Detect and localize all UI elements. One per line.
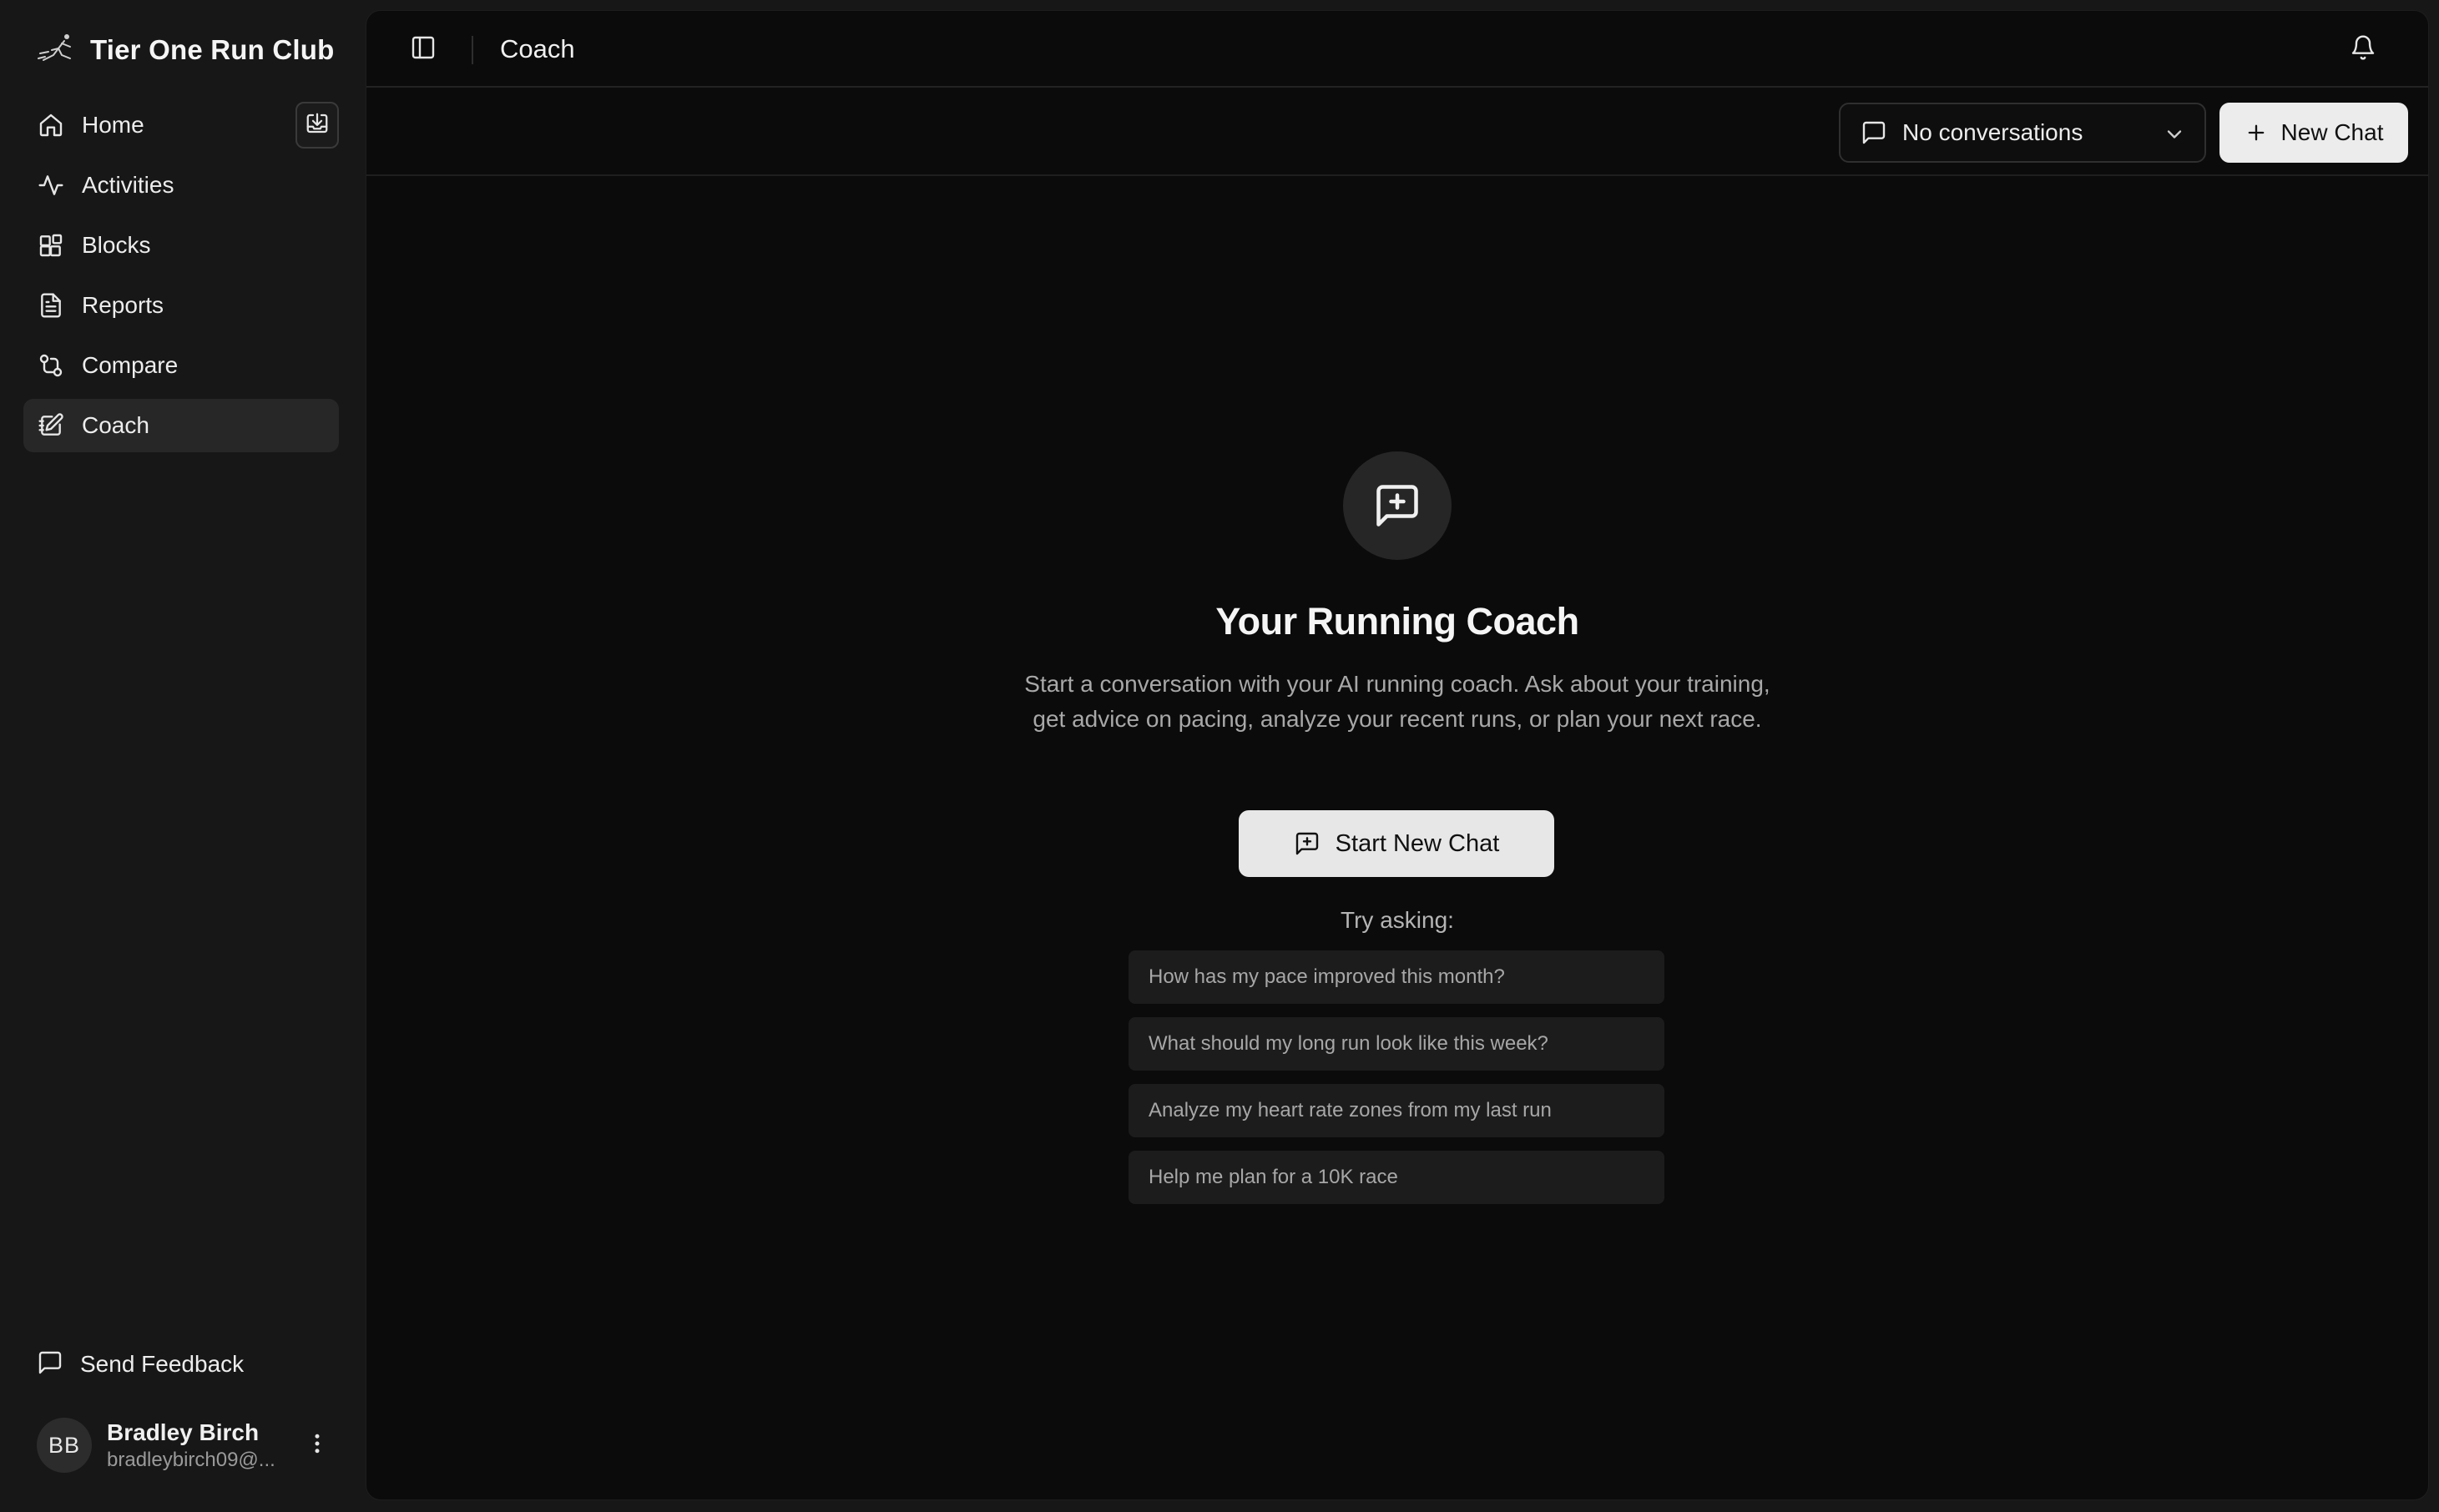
new-chat-button[interactable]: New Chat (2219, 103, 2408, 163)
message-square-icon (1862, 121, 1886, 144)
compare-icon (37, 351, 65, 380)
notifications-button[interactable] (2346, 33, 2380, 66)
suggestion-item[interactable]: Help me plan for a 10K race (1129, 1151, 1664, 1204)
sidebar-nav: Home Activities Blocks Reports Compare C… (23, 98, 339, 459)
user-name: Bradley Birch (107, 1419, 260, 1445)
start-new-chat-button[interactable]: Start New Chat (1239, 810, 1554, 877)
send-feedback-link[interactable]: Send Feedback (37, 1340, 244, 1389)
sidebar-item-home[interactable]: Home (23, 98, 339, 152)
chat-toolbar: No conversations New Chat (366, 88, 2428, 176)
blocks-icon (37, 231, 65, 260)
user-menu-button[interactable] (300, 1424, 334, 1466)
sidebar-item-reports[interactable]: Reports (23, 279, 339, 332)
sidebar-item-label: Activities (82, 172, 174, 198)
message-plus-icon (1295, 832, 1318, 855)
user-email: bradleybirch09@... (107, 1449, 275, 1471)
bell-icon (2350, 34, 2376, 65)
message-square-icon (37, 1349, 63, 1380)
sidebar-toggle-button[interactable] (406, 33, 440, 66)
try-asking-label: Try asking: (1341, 907, 1454, 933)
report-icon (37, 291, 65, 320)
suggestion-item[interactable]: Analyze my heart rate zones from my last… (1129, 1084, 1664, 1137)
conversation-select-value: No conversations (1902, 119, 2083, 145)
coach-icon (37, 411, 65, 440)
topbar: Coach (366, 11, 2428, 88)
sidebar-item-compare[interactable]: Compare (23, 339, 339, 392)
message-plus-icon (1343, 451, 1452, 560)
sidebar-item-label: Reports (82, 292, 164, 318)
plus-icon (2248, 124, 2264, 141)
empty-state-title: Your Running Coach (1215, 600, 1579, 643)
suggestion-list: How has my pace improved this month? Wha… (1129, 950, 1664, 1217)
home-icon (37, 111, 65, 139)
brand-title: Tier One Run Club (90, 34, 335, 65)
sidebar-item-blocks[interactable]: Blocks (23, 219, 339, 272)
sidebar-item-label: Home (82, 112, 144, 138)
sidebar-item-activities[interactable]: Activities (23, 159, 339, 212)
empty-state: Your Running Coach Start a conversation … (366, 176, 2428, 1499)
sidebar-item-label: Compare (82, 352, 179, 378)
chevron-down-icon (2167, 130, 2182, 139)
app-root: Tier One Run Club Home Activities Blocks… (0, 0, 2439, 1512)
new-chat-label: New Chat (2280, 119, 2384, 145)
user-profile[interactable]: BB Bradley Birch bradleybirch09@... (37, 1415, 334, 1475)
sidebar-item-label: Coach (82, 412, 149, 438)
suggestion-item[interactable]: What should my long run look like this w… (1129, 1017, 1664, 1071)
import-icon (305, 111, 330, 140)
more-vertical-icon (305, 1431, 330, 1460)
sidebar: Tier One Run Club Home Activities Blocks… (0, 0, 366, 1512)
runner-logo-icon (37, 30, 77, 70)
page-title: Coach (500, 34, 575, 63)
conversation-select[interactable]: No conversations (1839, 103, 2206, 163)
topbar-divider (472, 36, 473, 64)
user-text: Bradley Birch bradleybirch09@... (107, 1418, 290, 1473)
sidebar-item-label: Blocks (82, 232, 151, 258)
panel-left-icon (410, 34, 437, 65)
main-panel: Coach No conversations New Chat Your Run… (366, 10, 2429, 1500)
send-feedback-label: Send Feedback (80, 1351, 245, 1377)
sidebar-item-coach[interactable]: Coach (23, 399, 339, 452)
empty-state-description: Start a conversation with your AI runnin… (1024, 671, 1770, 732)
suggestion-item[interactable]: How has my pace improved this month? (1129, 950, 1664, 1004)
import-button[interactable] (295, 102, 339, 149)
start-new-chat-label: Start New Chat (1335, 829, 1500, 857)
activity-icon (37, 171, 65, 199)
avatar: BB (37, 1418, 92, 1473)
brand[interactable]: Tier One Run Club (37, 27, 334, 73)
